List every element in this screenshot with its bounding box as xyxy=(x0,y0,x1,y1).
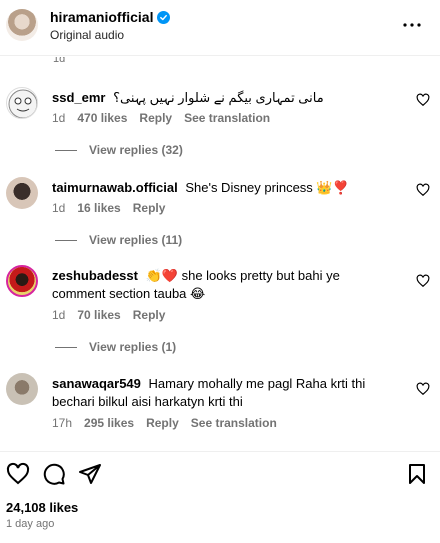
comment-likes[interactable]: 70 likes xyxy=(77,308,120,322)
comment-meta: 1d 16 likes Reply xyxy=(52,201,165,215)
comment-time[interactable]: 1d xyxy=(52,111,65,125)
commenter-avatar[interactable] xyxy=(6,373,38,405)
replies-line xyxy=(55,239,77,241)
replies-line xyxy=(55,149,77,151)
view-replies-label[interactable]: View replies (1) xyxy=(89,340,176,354)
post-time-ago[interactable]: 1 day ago xyxy=(6,518,54,530)
view-replies-label[interactable]: View replies (11) xyxy=(89,233,182,247)
commenter-username[interactable]: sanawaqar549 xyxy=(52,376,141,391)
view-replies-button[interactable]: View replies (1) xyxy=(55,340,176,354)
comment-bubble-icon[interactable] xyxy=(42,462,66,486)
like-comment-heart-icon[interactable] xyxy=(416,382,430,396)
like-comment-heart-icon[interactable] xyxy=(416,183,430,197)
author-username-row[interactable]: hiramaniofficial xyxy=(50,9,171,25)
commenter-username[interactable]: ssd_emr xyxy=(52,90,105,105)
comment-meta: 1d 470 likes Reply See translation xyxy=(52,111,270,125)
original-audio-link[interactable]: Original audio xyxy=(50,28,124,42)
post-likes-count[interactable]: 24,108 likes xyxy=(6,500,78,515)
reply-button[interactable]: Reply xyxy=(133,201,166,215)
view-replies-button[interactable]: View replies (32) xyxy=(55,143,183,157)
reply-button[interactable]: Reply xyxy=(133,308,166,322)
comment-likes[interactable]: 16 likes xyxy=(77,201,120,215)
see-translation-button[interactable]: See translation xyxy=(191,416,277,430)
comment-time[interactable]: 1d xyxy=(52,201,65,215)
commenter-username[interactable]: taimurnawab.official xyxy=(52,180,178,195)
comment-text: مانی تمہاری بیگم نے شلوار نہیں پہنی؟ xyxy=(113,90,324,105)
commenter-avatar[interactable] xyxy=(6,177,38,209)
replies-line xyxy=(55,346,77,348)
comment-body: zeshubadesst 👏❤️ she looks pretty but ba… xyxy=(52,267,392,303)
verified-badge-icon xyxy=(157,10,171,24)
author-username[interactable]: hiramaniofficial xyxy=(50,9,153,25)
comment-time[interactable]: 1d xyxy=(52,308,65,322)
more-options-icon[interactable] xyxy=(400,13,424,37)
comment-meta: 17h 295 likes Reply See translation xyxy=(52,416,277,430)
comment-body: taimurnawab.official She's Disney prince… xyxy=(52,179,392,197)
commenter-avatar[interactable] xyxy=(6,87,38,119)
view-replies-button[interactable]: View replies (11) xyxy=(55,233,182,247)
post-action-bar xyxy=(0,451,440,495)
comment-text: She's Disney princess 👑❣️ xyxy=(185,180,349,195)
like-heart-icon[interactable] xyxy=(6,462,30,486)
post-header: hiramaniofficial Original audio xyxy=(0,0,440,56)
like-comment-heart-icon[interactable] xyxy=(416,93,430,107)
reply-button[interactable]: Reply xyxy=(139,111,172,125)
save-bookmark-icon[interactable] xyxy=(405,462,429,486)
reply-button[interactable]: Reply xyxy=(146,416,179,430)
commenter-avatar[interactable] xyxy=(6,265,38,297)
comment-time[interactable]: 17h xyxy=(52,416,72,430)
view-replies-label[interactable]: View replies (32) xyxy=(89,143,183,157)
comment-meta: 1d 70 likes Reply xyxy=(52,308,165,322)
share-paper-plane-icon[interactable] xyxy=(78,462,102,486)
comment-body: ssd_emr مانی تمہاری بیگم نے شلوار نہیں پ… xyxy=(52,89,392,107)
comment-likes[interactable]: 470 likes xyxy=(77,111,127,125)
author-avatar[interactable] xyxy=(6,9,38,41)
commenter-username[interactable]: zeshubadesst xyxy=(52,268,138,283)
comments-list[interactable]: 1d ssd_emr مانی تمہاری بیگم نے شلوار نہی… xyxy=(0,57,440,450)
previous-comment-time: 1d xyxy=(53,57,66,65)
comment-body: sanawaqar549 Hamary mohally me pagl Raha… xyxy=(52,375,392,411)
comment-likes[interactable]: 295 likes xyxy=(84,416,134,430)
see-translation-button[interactable]: See translation xyxy=(184,111,270,125)
like-comment-heart-icon[interactable] xyxy=(416,274,430,288)
